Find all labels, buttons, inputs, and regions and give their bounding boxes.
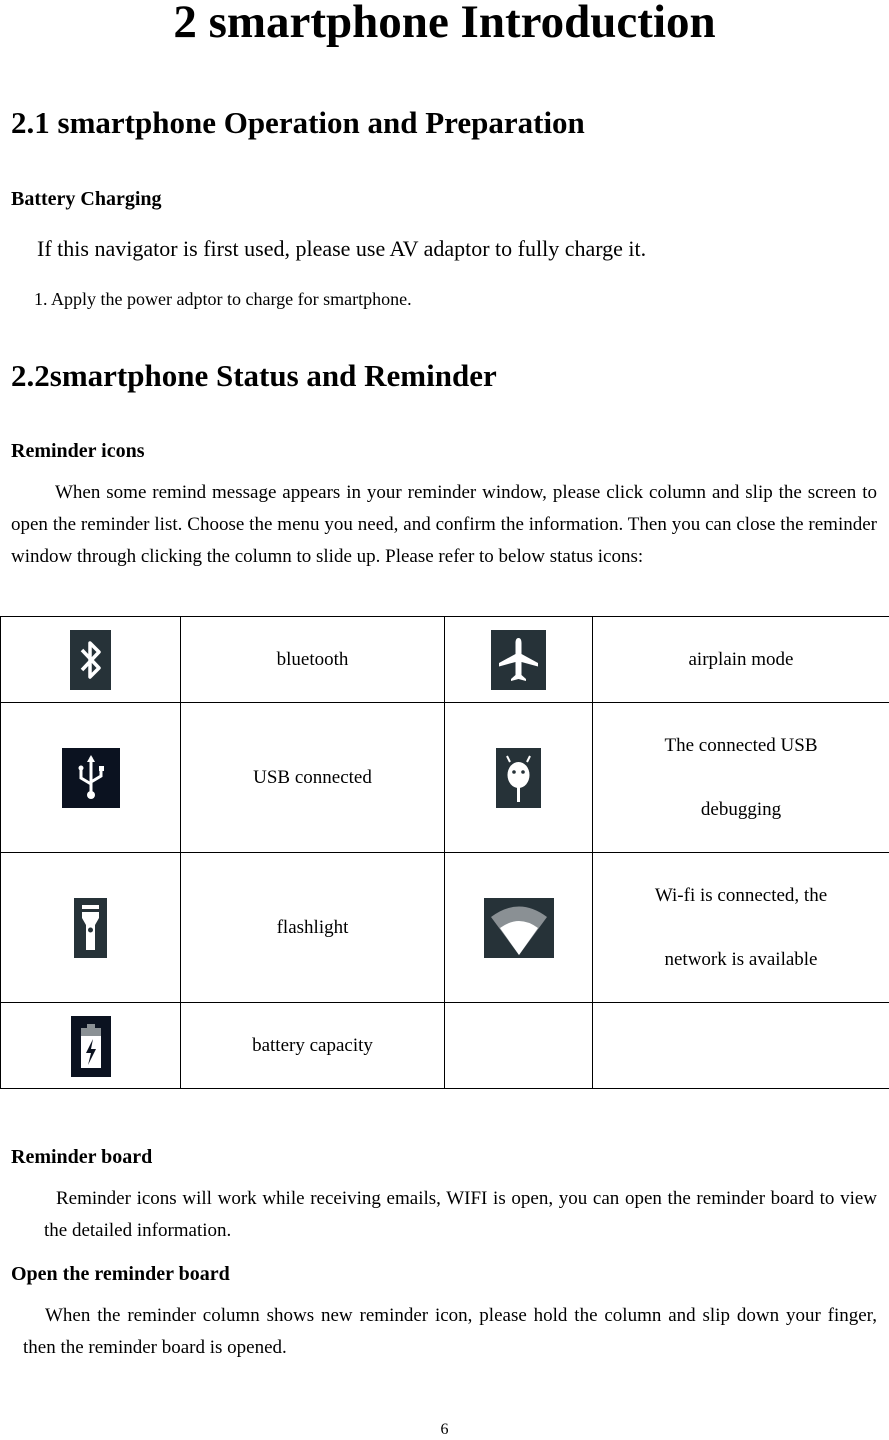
bluetooth-icon (70, 630, 111, 690)
status-label-line-1: Wi-fi is connected, the (593, 864, 889, 928)
icon-cell (1, 853, 181, 1003)
empty-icon-cell (445, 1003, 593, 1089)
icon-cell (445, 703, 593, 853)
battery-charging-paragraph: If this navigator is first used, please … (37, 233, 646, 265)
usb-debugging-icon (496, 748, 541, 808)
subheading-open-reminder-board: Open the reminder board (11, 1262, 230, 1286)
status-label-line-2: debugging (593, 778, 889, 842)
icon-cell (445, 617, 593, 703)
status-label: bluetooth (181, 617, 445, 703)
status-label-text: airplain mode (689, 649, 794, 670)
status-label: USB connected (181, 703, 445, 853)
table-row: bluetooth airplain mode (1, 617, 889, 703)
status-label-line-2: network is available (593, 928, 889, 992)
status-label-line-1: The connected USB (593, 714, 889, 778)
reminder-icons-paragraph: When some remind message appears in your… (11, 477, 877, 573)
page-number: 6 (0, 1420, 889, 1440)
icon-cell (445, 853, 593, 1003)
table-row: flashlight Wi-fi is connected, the netwo… (1, 853, 889, 1003)
status-icons-table: bluetooth airplain mode USB connected (0, 616, 889, 1089)
usb-icon (62, 748, 120, 808)
open-reminder-board-paragraph: When the reminder column shows new remin… (23, 1300, 877, 1364)
airplane-mode-icon (491, 630, 546, 690)
status-label: The connected USB debugging (593, 703, 889, 853)
section-heading-2-2: 2.2smartphone Status and Reminder (11, 358, 497, 394)
reminder-board-paragraph: Reminder icons will work while receiving… (44, 1183, 877, 1247)
battery-charging-icon (71, 1016, 111, 1077)
battery-charging-step-1: 1. Apply the power adptor to charge for … (34, 283, 412, 315)
status-label: Wi-fi is connected, the network is avail… (593, 853, 889, 1003)
status-label: battery capacity (181, 1003, 445, 1089)
flashlight-icon (74, 898, 107, 958)
wifi-icon (484, 898, 554, 958)
icon-cell (1, 1003, 181, 1089)
status-label: flashlight (181, 853, 445, 1003)
section-heading-2-1: 2.1 smartphone Operation and Preparation (11, 105, 585, 141)
status-label: airplain mode (593, 617, 889, 703)
subheading-reminder-board: Reminder board (11, 1145, 152, 1169)
table-row: battery capacity (1, 1003, 889, 1089)
empty-label-cell (593, 1003, 889, 1089)
table-row: USB connected The connected USB debuggin… (1, 703, 889, 853)
icon-cell (1, 617, 181, 703)
chapter-title: 2 smartphone Introduction (0, 0, 889, 50)
subheading-reminder-icons: Reminder icons (11, 439, 145, 463)
subheading-battery-charging: Battery Charging (11, 187, 162, 211)
icon-cell (1, 703, 181, 853)
